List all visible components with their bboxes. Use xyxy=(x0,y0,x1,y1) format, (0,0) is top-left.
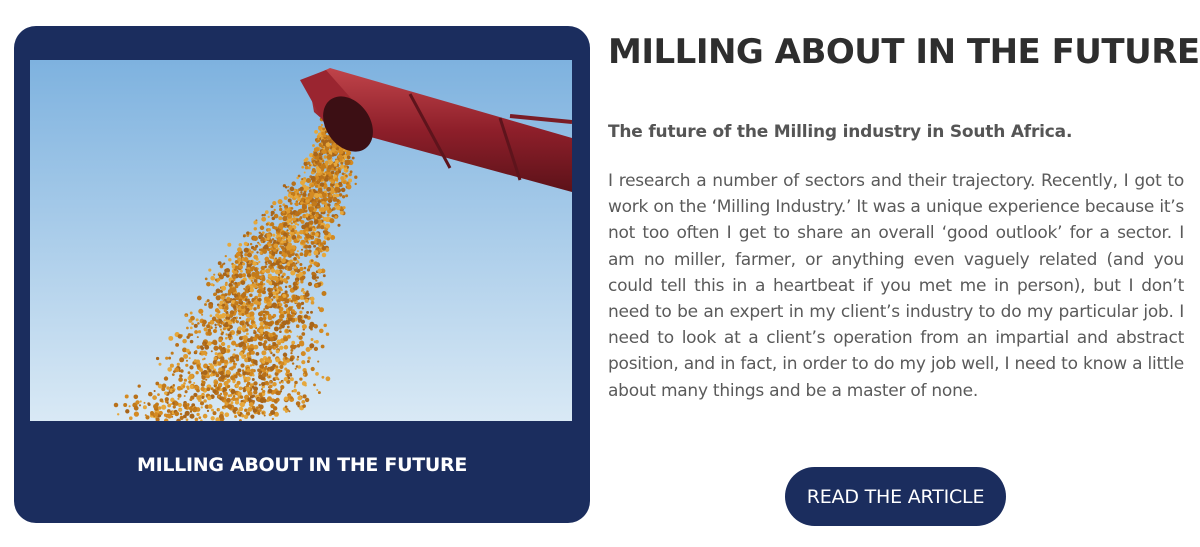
article-title: MILLING ABOUT IN THE FUTURE xyxy=(608,32,1200,72)
card-caption[interactable]: MILLING ABOUT IN THE FUTURE xyxy=(14,454,590,476)
article-image[interactable] xyxy=(30,60,572,421)
article-card[interactable]: MILLING ABOUT IN THE FUTURE xyxy=(14,26,590,523)
article-subtitle: The future of the Milling industry in So… xyxy=(608,122,1073,142)
article-body: I research a number of sectors and their… xyxy=(608,171,1184,401)
read-article-button[interactable]: READ THE ARTICLE xyxy=(785,467,1006,526)
grain-auger-illustration xyxy=(30,60,572,421)
